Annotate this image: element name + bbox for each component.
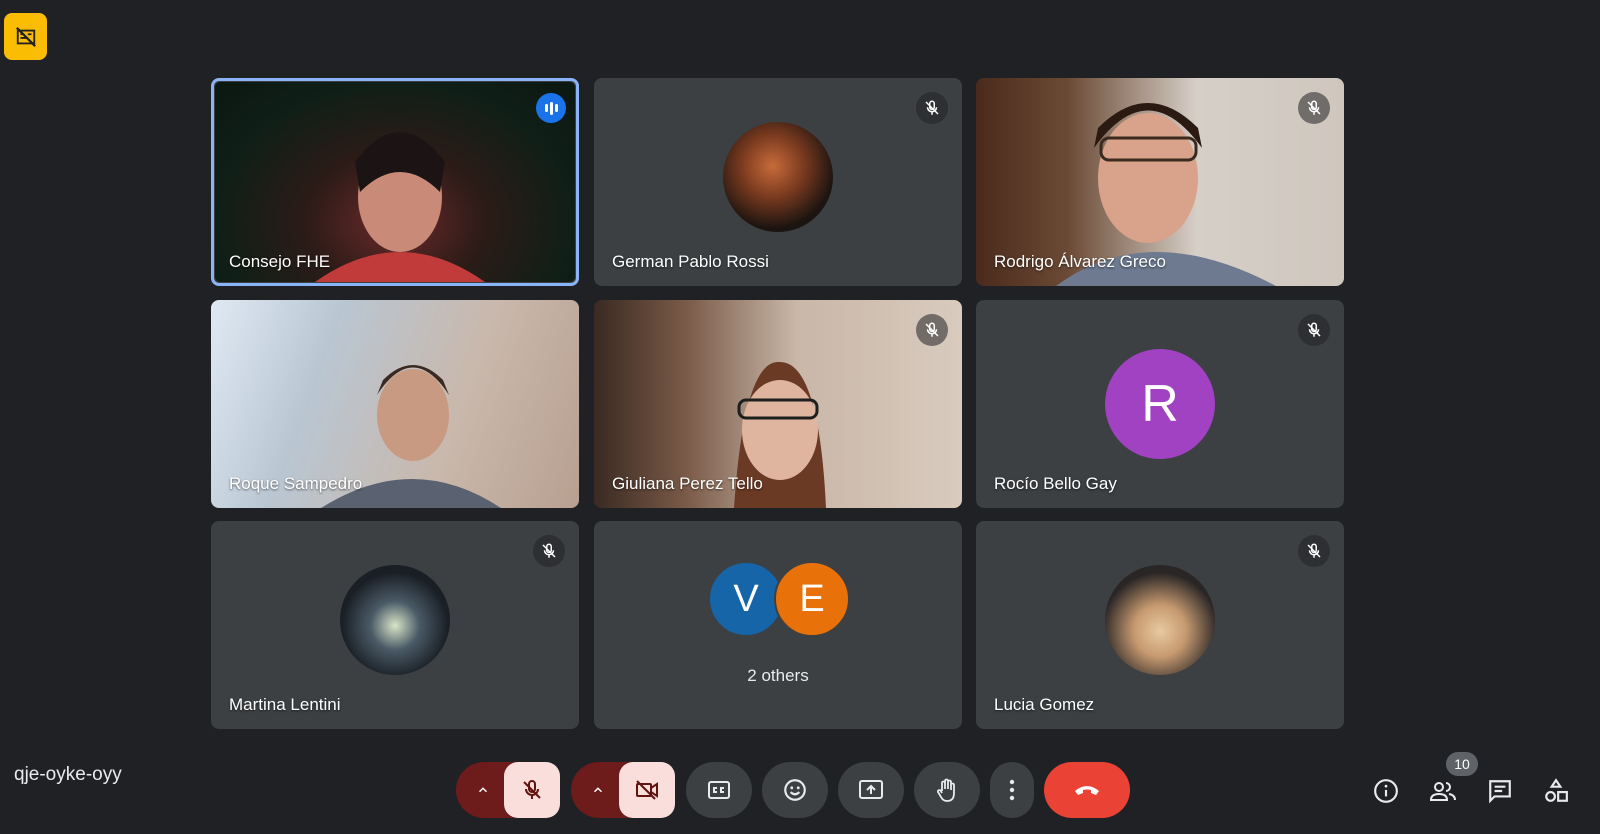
raise-hand-icon xyxy=(937,778,955,802)
activities-button[interactable] xyxy=(1541,776,1571,806)
participant-name: Roque Sampedro xyxy=(229,474,363,493)
mic-off-icon xyxy=(523,779,541,799)
leave-call-button[interactable] xyxy=(1044,762,1130,818)
others-avatar-e: E xyxy=(774,561,850,637)
participant-name: Rocío Bello Gay xyxy=(994,474,1117,493)
others-tile[interactable]: V E 2 others xyxy=(594,521,962,729)
participant-tile[interactable]: German Pablo Rossi xyxy=(594,78,962,286)
participant-tile[interactable]: Roque Sampedro xyxy=(211,300,579,508)
chat-button[interactable] xyxy=(1485,776,1515,806)
participant-tile[interactable]: Consejo FHE xyxy=(211,78,579,286)
mic-off-icon xyxy=(1298,314,1330,346)
mic-off-icon xyxy=(1298,92,1330,124)
participant-name: Martina Lentini xyxy=(229,695,341,714)
call-end-icon xyxy=(1075,786,1099,795)
chevron-up-icon xyxy=(594,787,602,793)
mic-off-icon xyxy=(533,535,565,567)
present-icon xyxy=(859,780,883,799)
participant-tile[interactable]: Giuliana Perez Tello xyxy=(594,300,962,508)
speaking-indicator-icon xyxy=(536,93,566,123)
no-recording-icon xyxy=(15,26,36,47)
participant-tile[interactable]: Lucia Gomez xyxy=(976,521,1344,729)
people-icon xyxy=(1429,782,1456,801)
participant-count-badge: 10 xyxy=(1446,752,1478,776)
mic-off-icon xyxy=(916,92,948,124)
others-avatar-v: V xyxy=(708,561,784,637)
participant-tile[interactable]: Rodrigo Álvarez Greco xyxy=(976,78,1344,286)
participant-initial-avatar: R xyxy=(1105,349,1215,459)
participant-name: Lucia Gomez xyxy=(994,695,1095,714)
participant-tile[interactable]: Martina Lentini xyxy=(211,521,579,729)
raise-hand-button[interactable] xyxy=(914,762,980,818)
participant-tile[interactable]: R Rocío Bello Gay xyxy=(976,300,1344,508)
captions-button[interactable] xyxy=(686,762,752,818)
meeting-code: qje-oyke-oyy xyxy=(14,764,122,785)
others-label: 2 others xyxy=(747,666,809,685)
participant-name: Giuliana Perez Tello xyxy=(612,474,763,493)
people-button[interactable] xyxy=(1428,776,1458,806)
no-recording-badge[interactable] xyxy=(4,13,47,60)
camera-toggle-button[interactable] xyxy=(619,762,675,818)
more-options-button[interactable] xyxy=(990,762,1034,818)
info-icon xyxy=(1374,779,1398,803)
chat-icon xyxy=(1489,780,1511,804)
activities-icon xyxy=(1545,778,1568,802)
videocam-off-icon xyxy=(636,780,658,800)
participant-name: Rodrigo Álvarez Greco xyxy=(994,252,1166,271)
emoji-button[interactable] xyxy=(762,762,828,818)
present-button[interactable] xyxy=(838,762,904,818)
participant-name: Consejo FHE xyxy=(229,252,331,271)
participant-name: German Pablo Rossi xyxy=(612,252,769,271)
meeting-info-button[interactable] xyxy=(1371,776,1401,806)
chevron-up-icon xyxy=(479,787,487,793)
mic-toggle-button[interactable] xyxy=(504,762,560,818)
mic-off-icon xyxy=(916,314,948,346)
participant-avatar xyxy=(723,122,833,232)
mic-off-icon xyxy=(1298,535,1330,567)
participant-avatar xyxy=(340,565,450,675)
more-vert-icon xyxy=(1009,779,1015,801)
captions-icon xyxy=(708,781,730,799)
participant-avatar xyxy=(1105,565,1215,675)
emoji-icon xyxy=(784,779,806,801)
